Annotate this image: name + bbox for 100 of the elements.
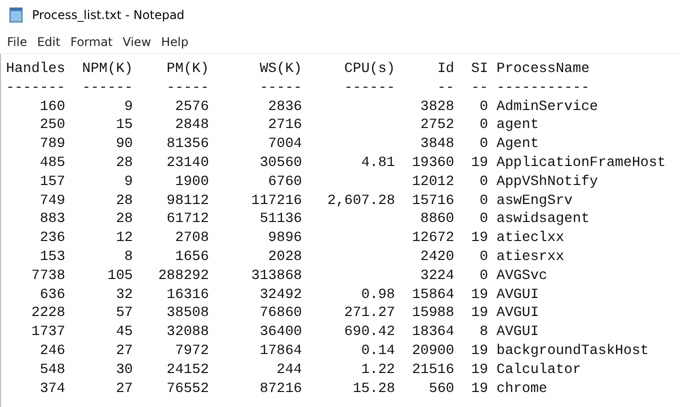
table-cell-text: 87216 xyxy=(258,380,302,398)
column-header: NPM(K) xyxy=(81,60,133,79)
menu-item[interactable]: File xyxy=(2,32,32,50)
table-cell-text: 485 xyxy=(38,154,66,173)
table-cell-text: 3224 xyxy=(419,266,454,286)
table-cell-text: 12 xyxy=(114,229,133,248)
table-cell-text: 0 xyxy=(478,135,488,154)
table-cell-text: 76860 xyxy=(258,304,302,324)
table-cell-text: 28 xyxy=(114,192,133,210)
table-cell-text: 2420 xyxy=(419,248,454,267)
table-cell-text: Calculator xyxy=(496,360,582,380)
column-header: CPU(s) xyxy=(343,60,396,79)
table-cell-text: 32088 xyxy=(166,323,209,342)
table-cell-text: 98112 xyxy=(166,192,209,210)
table-cell-text: AppVShNotify xyxy=(496,172,600,192)
table-cell-text: 244 xyxy=(276,360,302,380)
column-header: Handles xyxy=(6,60,66,79)
table-cell-text: 36400 xyxy=(258,323,302,342)
table-cell-text: 32492 xyxy=(258,286,302,304)
table-cell-text: 117216 xyxy=(250,192,302,210)
table-cell-text: 288292 xyxy=(157,266,209,286)
column-header: SI xyxy=(470,60,488,79)
table-cell-text: 2,607.28 xyxy=(326,192,396,210)
table-cell-text: 15716 xyxy=(410,192,454,210)
table-cell-text: 28 xyxy=(114,210,133,230)
table-cell-text: 1656 xyxy=(174,248,209,267)
table-cell-text: 24152 xyxy=(166,360,209,380)
table-cell-text: 30560 xyxy=(258,154,302,173)
header-underline: ----------- xyxy=(496,78,591,98)
table-cell-text: 7972 xyxy=(174,342,209,361)
table-cell-text: atieclxx xyxy=(496,229,566,248)
table-cell-text: 18364 xyxy=(410,323,454,342)
table-cell-text: 0 xyxy=(478,248,488,267)
table-cell-text: 9 xyxy=(123,172,133,192)
table-cell-text: 1.22 xyxy=(360,360,396,380)
table-cell-text: 12672 xyxy=(410,229,454,248)
table-cell-text: 19 xyxy=(470,342,488,361)
table-cell-text: 0 xyxy=(478,210,488,230)
table-cell-text: 20900 xyxy=(410,342,454,361)
table-cell-text: 19 xyxy=(470,380,488,398)
table-cell-text: 0 xyxy=(478,266,488,286)
table-cell-text: ApplicationFrameHost xyxy=(496,154,666,173)
table-cell-text: 548 xyxy=(38,360,66,380)
table-cell-text: 16316 xyxy=(166,286,209,304)
table-cell-text: AdminService xyxy=(496,98,600,116)
table-cell-text: 6760 xyxy=(267,172,302,192)
column-header: PM(K) xyxy=(166,60,209,79)
table-cell-text: 45 xyxy=(114,323,133,342)
table-cell-text: 38508 xyxy=(166,304,209,324)
table-cell-text: 4.81 xyxy=(360,154,396,173)
table-cell-text: 61712 xyxy=(166,210,209,230)
table-cell-text: 789 xyxy=(38,135,66,154)
table-cell-text: 23140 xyxy=(166,154,209,173)
table-cell-text: 0 xyxy=(478,98,488,116)
table-cell-text: 90 xyxy=(114,135,133,154)
table-cell-text: 0.98 xyxy=(360,286,396,304)
table-cell-text: 19 xyxy=(470,229,488,248)
menu-item[interactable]: View xyxy=(118,32,156,50)
table-cell-text: 57 xyxy=(114,304,133,324)
table-cell-text: aswEngSrv xyxy=(496,192,574,210)
table-cell-text: 636 xyxy=(38,286,66,304)
column-header: WS(K) xyxy=(258,60,302,79)
table-cell-text: atiesrxx xyxy=(496,248,566,267)
header-underline: ------ xyxy=(81,78,133,98)
table-cell-text: 2848 xyxy=(174,116,209,136)
table-cell-text: 160 xyxy=(38,98,66,116)
menu-item[interactable]: Format xyxy=(65,32,118,50)
table-cell-text: 1900 xyxy=(174,172,209,192)
menu-item[interactable]: Help xyxy=(156,32,194,50)
table-cell-text: 19 xyxy=(470,360,488,380)
table-cell-text: aswidsagent xyxy=(496,210,591,230)
header-underline: -- xyxy=(436,78,454,98)
table-cell-text: 32 xyxy=(114,286,133,304)
table-cell-text: 7004 xyxy=(267,135,302,154)
menu-item[interactable]: Edit xyxy=(32,32,66,50)
header-underline: ------ xyxy=(343,78,396,98)
table-cell-text: 157 xyxy=(38,172,66,192)
table-cell-text: Agent xyxy=(496,135,540,154)
table-cell-text: chrome xyxy=(496,380,548,398)
column-header: ProcessName xyxy=(496,60,591,79)
table-cell-text: AVGUI xyxy=(496,286,540,304)
table-cell-text: 271.27 xyxy=(343,304,396,324)
table-cell-text: 246 xyxy=(38,342,66,361)
table-cell-text: 2716 xyxy=(267,116,302,136)
notepad-icon xyxy=(8,7,24,23)
table-cell-text: 28 xyxy=(114,154,133,173)
table-cell-text: 2708 xyxy=(174,229,209,248)
table-cell-text: 2576 xyxy=(174,98,209,116)
header-underline: -- xyxy=(470,78,488,98)
table-cell-text: 15.28 xyxy=(352,380,396,398)
table-cell-text: 690.42 xyxy=(343,323,396,342)
table-cell-text: 12012 xyxy=(410,172,454,192)
header-underline: ----- xyxy=(166,78,209,98)
window-title: Process_list.txt - Notepad xyxy=(32,7,184,24)
table-cell-text: 0 xyxy=(478,116,488,136)
header-underline: ----- xyxy=(258,78,302,98)
table-cell-text: 236 xyxy=(38,229,66,248)
table-cell-text: 3828 xyxy=(419,98,454,116)
table-cell-text: 15988 xyxy=(410,304,454,324)
table-cell-text: 153 xyxy=(38,248,66,267)
